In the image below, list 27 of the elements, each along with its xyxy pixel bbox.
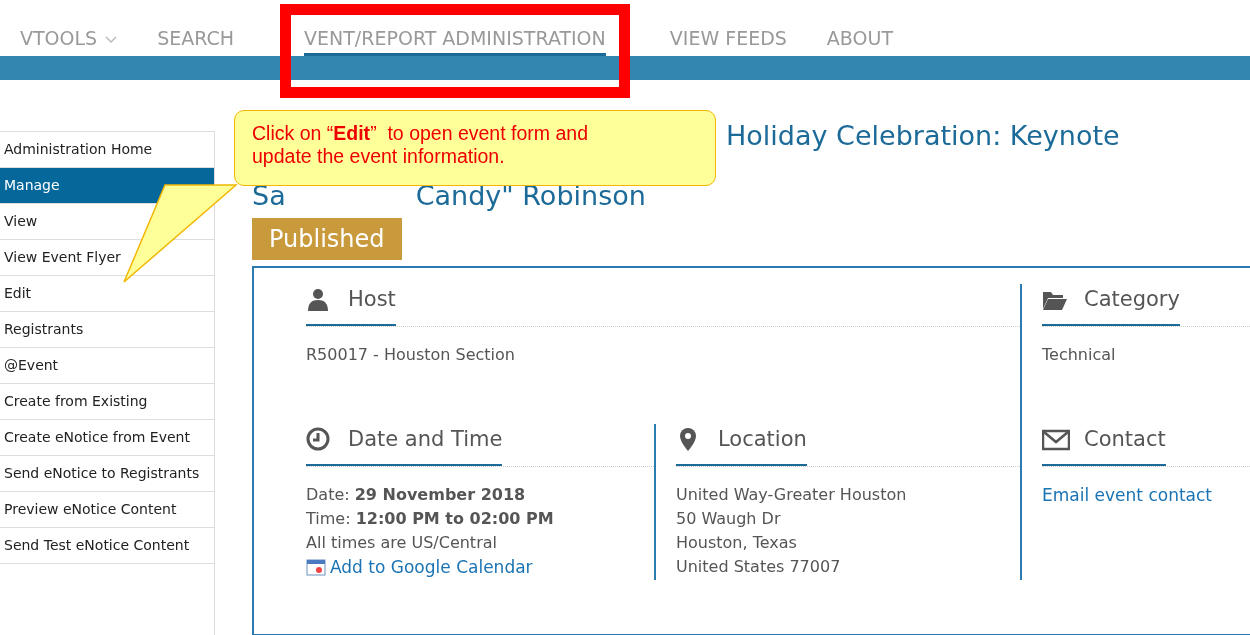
detail-text: R50017 - Houston Section — [306, 343, 516, 366]
event-title: Holiday Celebration: Keynote — [726, 120, 1120, 152]
detail-text: All times are US/Central — [306, 531, 498, 554]
sidebar-item[interactable]: Create from Existing — [0, 384, 214, 420]
sidebar-item[interactable]: @Event — [0, 348, 214, 384]
section-heading: Host — [348, 286, 396, 313]
detail-text: Time: 12:00 PM to 02:00 PM — [306, 507, 555, 530]
section-heading: Date and Time — [348, 426, 503, 453]
section-heading: Category — [1084, 286, 1180, 313]
detail-text: Houston, Texas — [676, 531, 798, 554]
detail-text: Technical — [1042, 343, 1117, 366]
sidebar-item[interactable]: Preview eNotice Content — [0, 492, 214, 528]
detail-text: 50 Waugh Dr — [676, 507, 782, 530]
sidebar-item[interactable]: Create eNotice from Event — [0, 420, 214, 456]
detail-text: Date: 29 November 2018 — [306, 483, 527, 506]
status-badge: Published — [252, 218, 402, 260]
sidebar-item[interactable]: Registrants — [0, 312, 214, 348]
calendar-icon — [306, 558, 326, 577]
link[interactable]: Add to Google Calendar — [330, 554, 533, 580]
detail-text: United Way-Greater Houston — [676, 483, 908, 506]
sidebar-item[interactable]: Send Test eNotice Content — [0, 528, 214, 564]
callout-note: Click on “Edit” to open event form and update the event information. — [234, 110, 716, 186]
section-heading: Contact — [1084, 426, 1166, 453]
detail-text: United States 77007 — [676, 555, 842, 578]
sidebar-item[interactable]: Send eNotice to Registrants — [0, 456, 214, 492]
section-heading: Location — [718, 426, 807, 453]
link[interactable]: Email event contact — [1042, 482, 1212, 508]
